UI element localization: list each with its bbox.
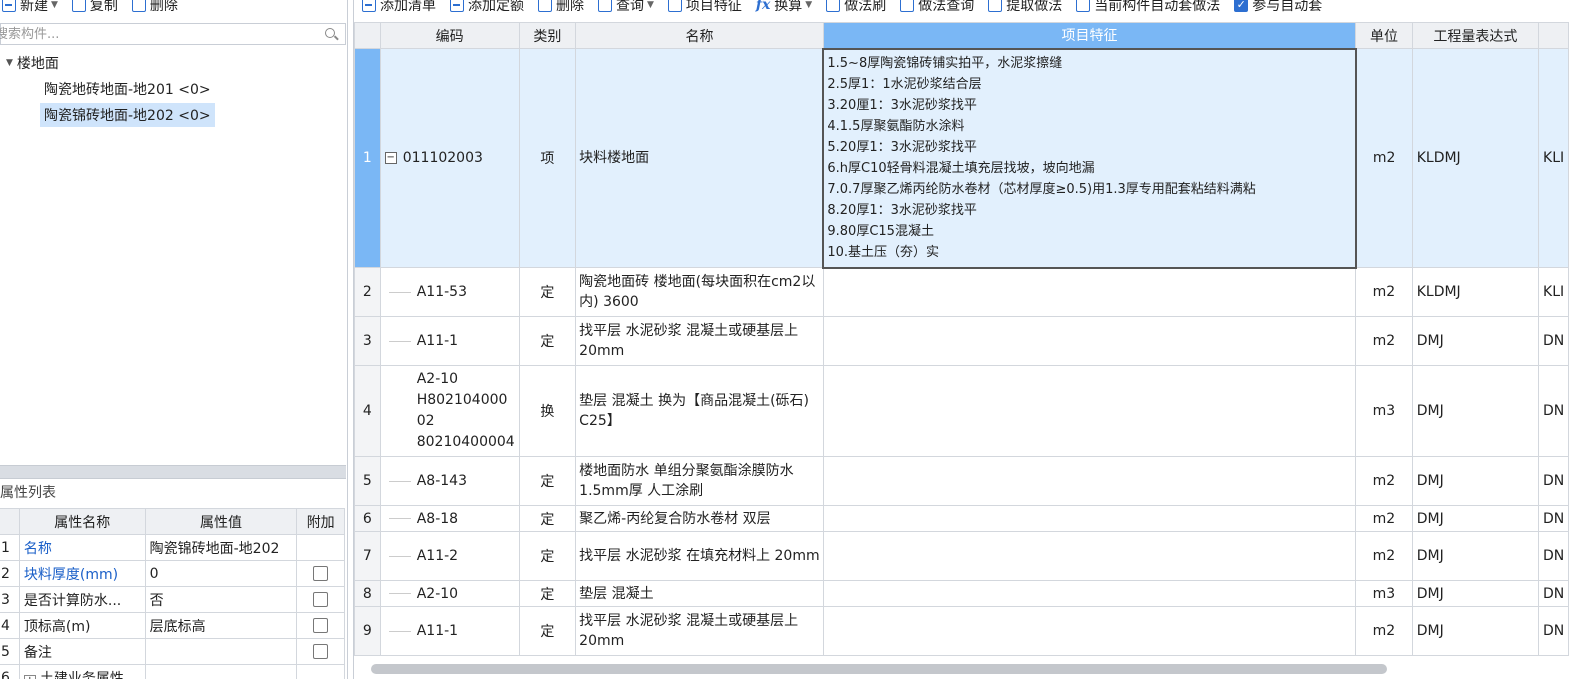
horizontal-scrollbar[interactable] xyxy=(371,664,1387,674)
prop-row[interactable]: 5 备注 xyxy=(0,638,345,665)
properties-title: 属性列表 xyxy=(0,485,56,501)
auto-set-method-button[interactable]: 当前构件自动套做法 xyxy=(1076,0,1220,15)
table-row[interactable]: 1 −011102003 项 块料楼地面 1.5~8厚陶瓷锦砖铺实拍平，水泥浆擦… xyxy=(354,47,1569,269)
new-button[interactable]: 新建 ▼ xyxy=(2,0,58,15)
search-input[interactable] xyxy=(0,25,305,43)
method-query-icon xyxy=(900,0,915,12)
fx-icon: fx xyxy=(755,0,771,13)
component-tree: ▼ 楼地面 陶瓷地砖地面-地201 <0> 陶瓷锦砖地面-地202 <0> xyxy=(0,50,346,128)
prop-header-extra: 附加 xyxy=(296,508,345,535)
method-grid: 编码 类别 名称 项目特征 单位 工程量表达式 1 −011102003 项 块… xyxy=(354,22,1569,656)
add-quota-button[interactable]: 添加定额 xyxy=(450,0,524,15)
table-row[interactable]: 9 A11-1 定 找平层 水泥砂浆 混凝土或硬基层上 20mm m2 DMJ … xyxy=(354,606,1569,656)
new-icon xyxy=(2,0,16,12)
prop-header-num xyxy=(0,508,20,535)
brush-icon xyxy=(826,0,841,12)
tree-node-mosaic-floor-202[interactable]: 陶瓷锦砖地面-地202 <0> xyxy=(0,102,346,128)
chevron-down-icon[interactable]: ▼ xyxy=(647,0,654,10)
prop-row[interactable]: 1 名称 陶瓷锦砖地面-地202 xyxy=(0,534,345,561)
component-search xyxy=(0,23,346,45)
grid-header-code[interactable]: 编码 xyxy=(379,22,520,49)
participate-auto-checkbox[interactable]: ✓ 参与自动套 xyxy=(1234,0,1322,15)
prop-row[interactable]: 4 顶标高(m) 层底标高 xyxy=(0,612,345,639)
chevron-down-icon[interactable]: ▼ xyxy=(51,0,58,10)
extract-method-button[interactable]: 提取做法 xyxy=(988,0,1062,15)
expand-arrow-icon[interactable]: ▼ xyxy=(6,58,13,68)
method-query-button[interactable]: 做法查询 xyxy=(900,0,974,15)
add-list-button[interactable]: 添加清单 xyxy=(362,0,436,15)
item-feature-button[interactable]: 项目特征 xyxy=(667,0,742,15)
prop-row[interactable]: 3 是否计算防水... 否 xyxy=(0,586,345,613)
prop-row[interactable]: 2 块料厚度(mm) 0 xyxy=(0,560,345,587)
extra-checkbox[interactable] xyxy=(313,644,329,659)
table-row[interactable]: 7 A11-2 定 找平层 水泥砂浆 在填充材料上 20mm m2 DMJ DN xyxy=(354,531,1569,581)
checkbox-checked-icon[interactable]: ✓ xyxy=(1234,0,1249,12)
method-panel: 添加清单 添加定额 删除 查询 ▼ 项目特征 fx 换算 ▼ 做法刷 做法查询 … xyxy=(353,0,1569,679)
grid-header-row: 编码 类别 名称 项目特征 单位 工程量表达式 xyxy=(354,22,1569,49)
extra-checkbox[interactable] xyxy=(313,566,329,581)
component-toolbar: 新建 ▼ 复制 删除 xyxy=(0,0,348,16)
add-list-icon xyxy=(362,0,376,12)
feature-icon xyxy=(667,0,682,12)
prop-row[interactable]: 6 +土建业务属性 xyxy=(0,664,345,679)
collapse-minus-icon[interactable]: − xyxy=(384,152,397,164)
grid-header-name[interactable]: 名称 xyxy=(575,22,824,49)
table-row[interactable]: 2 A11-53 定 陶瓷地面砖 楼地面(每块面积在cm2以内) 3600 m2… xyxy=(354,267,1569,317)
tree-node-tile-floor-201[interactable]: 陶瓷地砖地面-地201 <0> xyxy=(0,76,346,102)
prop-header-name: 属性名称 xyxy=(18,508,146,535)
table-row[interactable]: 6 A8-18 定 聚乙烯-丙纶复合防水卷材 双层 m2 DMJ DN xyxy=(354,505,1569,532)
extract-icon xyxy=(988,0,1003,12)
delete-button[interactable]: 删除 xyxy=(131,0,178,15)
search-icon[interactable] xyxy=(325,28,335,38)
auto-set-icon xyxy=(1076,0,1091,12)
prop-header-value: 属性值 xyxy=(144,508,298,535)
grid-header-feature[interactable]: 项目特征 xyxy=(822,22,1357,49)
table-row[interactable]: 8 A2-10 定 垫层 混凝土 m3 DMJ DN xyxy=(354,580,1569,607)
feature-cell[interactable]: 1.5~8厚陶瓷锦砖铺实拍平，水泥浆擦缝 2.5厚1：1水泥砂浆结合层 3.20… xyxy=(822,47,1357,269)
component-panel: 新建 ▼ 复制 删除 ▼ 楼地面 陶瓷地砖地面-地201 <0> 陶瓷锦砖地面-… xyxy=(0,0,348,679)
table-row[interactable]: 4 A2-10 H802104000 02 80210400004 换 垫层 混… xyxy=(354,365,1569,457)
chevron-down-icon[interactable]: ▼ xyxy=(805,0,812,10)
properties-table: 属性名称 属性值 附加 1 名称 陶瓷锦砖地面-地202 2 块料厚度(mm) … xyxy=(0,508,345,679)
grid-header-num xyxy=(354,22,381,49)
grid-header-expression[interactable]: 工程量表达式 xyxy=(1411,22,1540,49)
convert-button[interactable]: fx 换算 ▼ xyxy=(756,0,812,15)
tree-node-floor[interactable]: ▼ 楼地面 xyxy=(0,50,346,76)
query-button[interactable]: 查询 ▼ xyxy=(598,0,654,15)
copy-button[interactable]: 复制 xyxy=(71,0,118,15)
panel-splitter[interactable] xyxy=(0,465,346,479)
extra-checkbox[interactable] xyxy=(313,592,329,607)
method-toolbar: 添加清单 添加定额 删除 查询 ▼ 项目特征 fx 换算 ▼ 做法刷 做法查询 … xyxy=(362,0,1322,16)
method-brush-button[interactable]: 做法刷 xyxy=(826,0,886,15)
delete-row-button[interactable]: 删除 xyxy=(538,0,584,15)
grid-header-unit[interactable]: 单位 xyxy=(1355,22,1413,49)
add-quota-icon xyxy=(450,0,464,12)
extra-checkbox[interactable] xyxy=(313,618,329,633)
table-row[interactable]: 5 A8-143 定 楼地面防水 单组分聚氨酯涂膜防水 1.5mm厚 人工涂刷 … xyxy=(354,456,1569,506)
expand-plus-icon[interactable]: + xyxy=(23,674,36,679)
grid-header-category[interactable]: 类别 xyxy=(518,22,577,49)
trash-icon xyxy=(538,0,552,12)
grid-header-extra xyxy=(1538,22,1569,49)
table-row[interactable]: 3 A11-1 定 找平层 水泥砂浆 混凝土或硬基层上 20mm m2 DMJ … xyxy=(354,316,1569,366)
trash-icon xyxy=(131,0,146,12)
query-icon xyxy=(598,0,612,12)
copy-icon xyxy=(71,0,86,12)
